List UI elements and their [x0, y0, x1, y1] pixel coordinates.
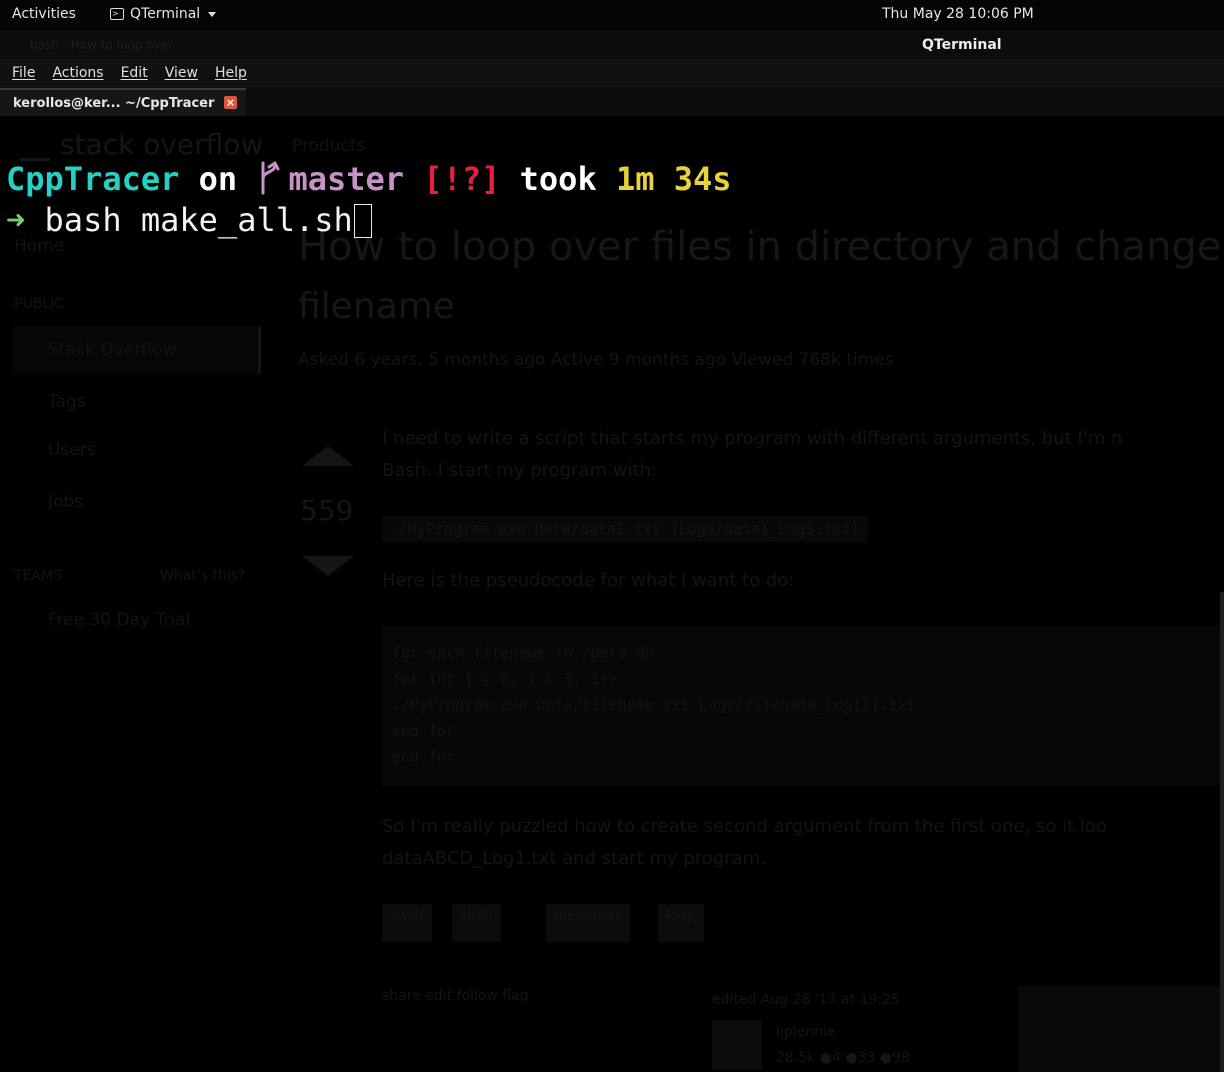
background-sidebar-item: PUBLIC: [14, 296, 64, 312]
system-top-bar: Activities > QTerminal Thu May 28 10:06 …: [0, 0, 1224, 30]
background-user: Ijplennie: [776, 1024, 836, 1040]
command-line[interactable]: ➜ bash make_all.sh: [6, 200, 372, 240]
background-body-text: Here is the pseudocode for what I want t…: [382, 570, 795, 591]
background-browser-tab: bash - How to loop over: [30, 38, 173, 52]
background-tag: bash: [382, 904, 432, 942]
prompt-branch: master: [288, 160, 405, 198]
background-question-title-2: filename: [298, 286, 455, 327]
background-tag: filenames: [546, 904, 631, 942]
background-rep: 28.5k ●4 ●33 ●98: [776, 1050, 910, 1066]
menu-actions[interactable]: Actions: [52, 65, 103, 81]
background-edited: edited Aug 28 '17 at 19:25: [712, 992, 900, 1008]
downvote-icon: [302, 556, 354, 576]
background-code-line: for each filename in /Data do: [392, 644, 654, 662]
background-body-text: So I'm really puzzled how to create seco…: [382, 816, 1107, 837]
menu-file[interactable]: File: [12, 65, 35, 81]
stackoverflow-logo-icon: [20, 124, 50, 161]
command-text: bash make_all.sh: [44, 201, 353, 239]
scrollbar[interactable]: [1220, 592, 1224, 1072]
background-sidebar-item: Users: [48, 440, 96, 460]
close-icon[interactable]: ×: [224, 96, 237, 109]
background-body-text: I need to write a script that starts my …: [382, 428, 1123, 449]
background-post-actions: share edit follow flag: [382, 988, 529, 1004]
menu-edit[interactable]: Edit: [121, 65, 148, 81]
background-body-text: Bash. I start my program with:: [382, 460, 658, 481]
app-menu-label: QTerminal: [130, 6, 201, 22]
background-question-title: How to loop over files in directory and …: [298, 224, 1224, 270]
terminal-tab[interactable]: kerollos@ker... ~/CppTracer ×: [0, 88, 246, 116]
git-branch-icon: [261, 161, 280, 195]
background-tag: shell: [452, 904, 501, 942]
background-sidebar-item: What's this?: [160, 568, 246, 584]
menu-bar: File Actions Edit View Help: [0, 59, 1224, 87]
clock[interactable]: Thu May 28 10:06 PM: [882, 6, 1034, 22]
terminal-icon: >: [110, 8, 124, 20]
text-cursor: [353, 204, 372, 238]
background-question-meta: Asked 6 years, 5 months ago Active 9 mon…: [298, 350, 894, 370]
window-title: QTerminal: [922, 37, 1002, 53]
menu-view[interactable]: View: [165, 65, 198, 81]
background-sidebar-item: Jobs: [48, 492, 84, 512]
background-logo: stack overflow: [60, 128, 264, 161]
terminal-tab-label: kerollos@ker... ~/CppTracer: [13, 95, 215, 111]
background-sidebar-item: TEAMS: [14, 568, 62, 584]
background-vote-count: 559: [300, 494, 354, 527]
background-sidebar-item: Free 30 Day Trial: [48, 610, 191, 630]
background-avatar: [712, 1020, 762, 1070]
activities-button[interactable]: Activities: [12, 6, 76, 22]
prompt-on: on: [198, 160, 238, 198]
background-sidebar-item: Tags: [48, 392, 86, 412]
background-inline-code: ./MyProgram.exe Data/data1.txt [Logs/dat…: [382, 516, 868, 542]
prompt-directory: CppTracer: [6, 160, 180, 198]
tab-bar: kerollos@ker... ~/CppTracer ×: [0, 87, 1224, 116]
background-sidebar-item: Stack Overflow: [48, 340, 177, 360]
window-title-bar[interactable]: bash - How to loop over QTerminal: [0, 30, 1224, 59]
prompt-line: CppTracer on master [!?] took 1m 34s: [6, 158, 732, 200]
prompt-git-status: [!?]: [423, 160, 501, 198]
background-body-text: dataABCD_Log1.txt and start my program.: [382, 848, 766, 869]
background-code-line: for int i = 0, i = 3, i++: [392, 670, 618, 688]
terminal-view[interactable]: stack overflow Products Home PUBLIC Stac…: [0, 116, 1224, 1072]
prompt-took: took: [519, 160, 597, 198]
upvote-icon: [302, 446, 354, 466]
app-menu-button[interactable]: > QTerminal: [110, 6, 217, 22]
prompt-duration: 1m 34s: [615, 160, 732, 198]
chevron-down-icon: [208, 11, 217, 17]
background-tag: loop: [658, 904, 704, 942]
background-owner-card: [1018, 986, 1224, 1072]
background-code-line: ./MyProgram.exe Data/filename.txt Logs/f…: [392, 696, 916, 714]
background-code-line: end for: [392, 748, 456, 766]
background-products: Products: [292, 136, 366, 156]
background-code-line: end for: [392, 722, 456, 740]
background-browser-page: stack overflow Products Home PUBLIC Stac…: [0, 116, 1224, 1072]
prompt-arrow-icon: ➜: [6, 201, 26, 239]
menu-help[interactable]: Help: [215, 65, 247, 81]
